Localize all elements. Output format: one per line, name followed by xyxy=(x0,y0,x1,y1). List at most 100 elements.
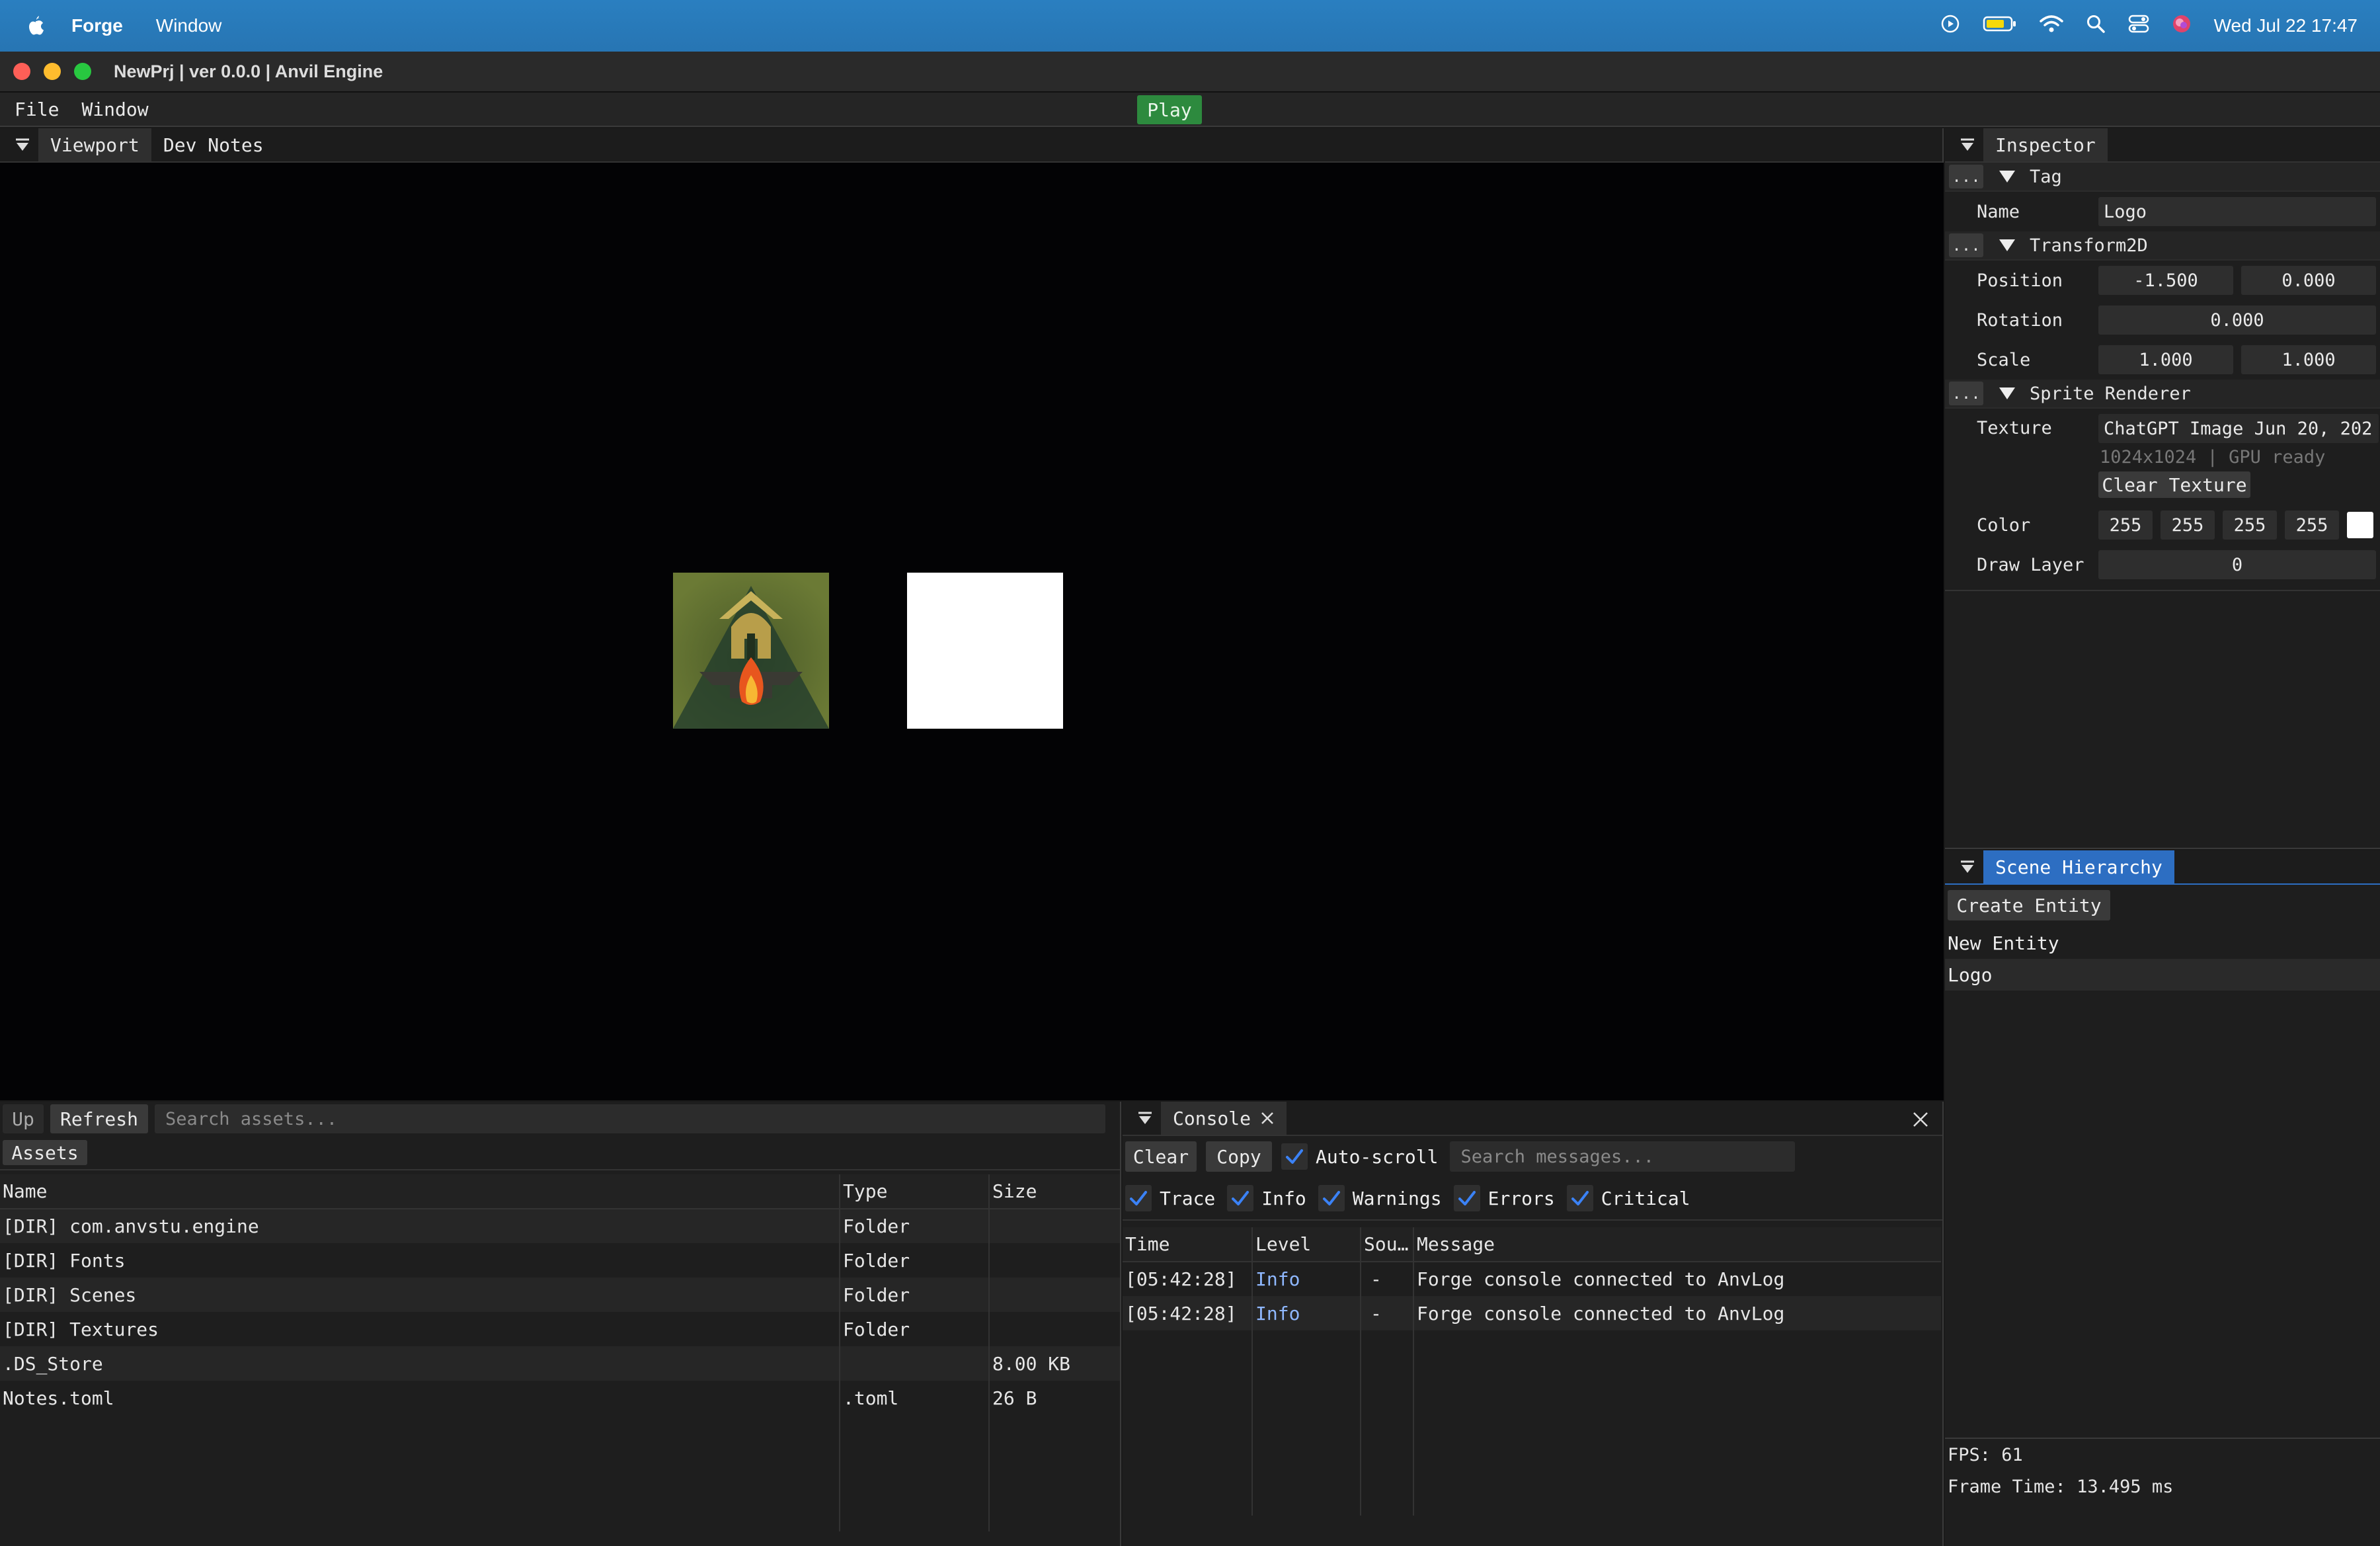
menu-clock[interactable]: Wed Jul 22 17:47 xyxy=(2214,15,2358,36)
asset-row[interactable]: Notes.toml .toml 26 B xyxy=(0,1381,1120,1415)
collapse-triangle-icon[interactable] xyxy=(1999,171,2015,183)
color-row: Color 255 255 255 255 xyxy=(1945,505,2380,545)
breadcrumb-assets[interactable]: Assets xyxy=(3,1140,87,1165)
rotation-row: Rotation 0.000 xyxy=(1945,300,2380,340)
name-input[interactable]: Logo xyxy=(2098,197,2376,226)
tab-inspector[interactable]: Inspector xyxy=(1983,128,2108,161)
up-button[interactable]: Up xyxy=(3,1104,44,1133)
filter-errors-checkbox[interactable] xyxy=(1453,1185,1480,1211)
refresh-button[interactable]: Refresh xyxy=(50,1104,148,1133)
new-entity-sprite[interactable] xyxy=(907,573,1063,729)
position-label: Position xyxy=(1977,270,2063,291)
siri-icon[interactable] xyxy=(2172,14,2192,38)
filter-info-label: Info xyxy=(1261,1187,1306,1209)
asset-search-input[interactable]: Search assets... xyxy=(155,1104,1105,1133)
scale-x-field[interactable]: 1.000 xyxy=(2098,345,2233,374)
app-window: NewPrj | ver 0.0.0 | Anvil Engine File W… xyxy=(0,52,2380,1546)
create-entity-button[interactable]: Create Entity xyxy=(1948,890,2110,920)
autoscroll-checkbox[interactable] xyxy=(1281,1143,1308,1170)
battery-icon[interactable] xyxy=(1983,15,2017,38)
log-row[interactable]: [05:42:28] Info - Forge console connecte… xyxy=(1123,1262,1941,1296)
filter-info-checkbox[interactable] xyxy=(1227,1185,1254,1211)
filter-trace-checkbox[interactable] xyxy=(1125,1185,1152,1211)
tab-scene-hierarchy[interactable]: Scene Hierarchy xyxy=(1983,850,2174,883)
menu-window[interactable]: Window xyxy=(81,99,148,120)
filter-critical-checkbox[interactable] xyxy=(1566,1185,1593,1211)
tab-console[interactable]: Console xyxy=(1161,1102,1287,1135)
column-header-size[interactable]: Size xyxy=(989,1174,1120,1209)
tab-viewport[interactable]: Viewport xyxy=(38,128,151,161)
color-r-field[interactable]: 255 xyxy=(2098,510,2153,540)
column-header-time[interactable]: Time xyxy=(1123,1227,1253,1262)
scale-y-field[interactable]: 1.000 xyxy=(2241,345,2376,374)
filter-warnings-checkbox[interactable] xyxy=(1318,1185,1345,1211)
component-options-button[interactable]: ... xyxy=(1949,165,1983,188)
entity-new-entity[interactable]: New Entity xyxy=(1945,927,2380,959)
column-header-source[interactable]: Sou… xyxy=(1361,1227,1414,1262)
close-panel-icon[interactable] xyxy=(1912,1111,1929,1128)
minimize-window-button[interactable] xyxy=(44,63,61,80)
position-x-field[interactable]: -1.500 xyxy=(2098,266,2233,295)
transform-header-label: Transform2D xyxy=(2030,235,2148,256)
log-row[interactable]: [05:42:28] Info - Forge console connecte… xyxy=(1123,1296,1941,1330)
column-header-name[interactable]: Name xyxy=(0,1174,840,1209)
sprite-renderer-header[interactable]: ... Sprite Renderer xyxy=(1945,380,2380,409)
rotation-field[interactable]: 0.000 xyxy=(2098,305,2376,335)
panel-menu-icon[interactable] xyxy=(15,137,30,153)
logo-sprite[interactable] xyxy=(673,573,829,729)
filter-errors-label: Errors xyxy=(1488,1187,1555,1209)
asset-row[interactable]: [DIR] Textures Folder xyxy=(0,1312,1120,1346)
tag-header-label: Tag xyxy=(2030,166,2062,187)
transform-component-header[interactable]: ... Transform2D xyxy=(1945,231,2380,261)
panel-menu-icon[interactable] xyxy=(1960,137,1975,153)
panel-menu-icon[interactable] xyxy=(1137,1110,1153,1126)
position-y-field[interactable]: 0.000 xyxy=(2241,266,2376,295)
apple-icon[interactable] xyxy=(25,13,48,38)
maximize-window-button[interactable] xyxy=(74,63,91,80)
texture-row: Texture ChatGPT Image Jun 20, 202 1024x1… xyxy=(1945,409,2380,505)
log-source: - xyxy=(1361,1296,1414,1330)
collapse-triangle-icon[interactable] xyxy=(1999,239,2015,251)
texture-field[interactable]: ChatGPT Image Jun 20, 202 xyxy=(2098,414,2379,443)
close-tab-icon[interactable] xyxy=(1260,1111,1275,1125)
console-copy-button[interactable]: Copy xyxy=(1206,1141,1272,1172)
tag-component-header[interactable]: ... Tag xyxy=(1945,163,2380,192)
color-swatch[interactable] xyxy=(2347,512,2373,538)
scene-viewport[interactable] xyxy=(0,163,1944,1100)
component-options-button[interactable]: ... xyxy=(1949,233,1983,257)
menu-file[interactable]: File xyxy=(15,99,59,120)
column-header-message[interactable]: Message xyxy=(1413,1227,1941,1262)
column-header-type[interactable]: Type xyxy=(840,1174,990,1209)
log-level: Info xyxy=(1252,1262,1361,1296)
console-search-input[interactable]: Search messages... xyxy=(1450,1141,1796,1172)
wifi-icon[interactable] xyxy=(2039,15,2063,38)
app-name-menu[interactable]: Forge xyxy=(71,15,123,36)
draw-layer-field[interactable]: 0 xyxy=(2098,550,2376,579)
asset-row[interactable]: [DIR] Scenes Folder xyxy=(0,1278,1120,1312)
column-header-level[interactable]: Level xyxy=(1252,1227,1361,1262)
asset-type: .toml xyxy=(840,1381,990,1415)
color-a-field[interactable]: 255 xyxy=(2285,510,2339,540)
macos-menu-bar: Forge Window Wed Jul 22 17:47 xyxy=(0,0,2380,52)
color-b-field[interactable]: 255 xyxy=(2223,510,2277,540)
asset-row[interactable]: [DIR] Fonts Folder xyxy=(0,1243,1120,1278)
clear-texture-button[interactable]: Clear Texture xyxy=(2098,471,2250,498)
screen-record-icon[interactable] xyxy=(1940,14,1960,38)
console-clear-button[interactable]: Clear xyxy=(1125,1141,1197,1172)
asset-row[interactable]: [DIR] com.anvstu.engine Folder xyxy=(0,1209,1120,1243)
color-g-field[interactable]: 255 xyxy=(2161,510,2215,540)
panel-menu-icon[interactable] xyxy=(1960,859,1975,875)
log-message: Forge console connected to AnvLog xyxy=(1417,1268,1785,1290)
asset-row[interactable]: .DS_Store 8.00 KB xyxy=(0,1346,1120,1381)
spotlight-search-icon[interactable] xyxy=(2086,14,2106,38)
console-tab-label: Console xyxy=(1173,1107,1251,1129)
log-time: [05:42:28] xyxy=(1123,1296,1253,1330)
play-button[interactable]: Play xyxy=(1137,95,1202,124)
entity-logo[interactable]: Logo xyxy=(1945,959,2380,991)
close-window-button[interactable] xyxy=(13,63,30,80)
collapse-triangle-icon[interactable] xyxy=(1999,387,2015,399)
control-center-icon[interactable] xyxy=(2128,14,2149,38)
menu-window[interactable]: Window xyxy=(156,15,222,36)
tab-dev-notes[interactable]: Dev Notes xyxy=(151,128,276,161)
component-options-button[interactable]: ... xyxy=(1949,382,1983,405)
